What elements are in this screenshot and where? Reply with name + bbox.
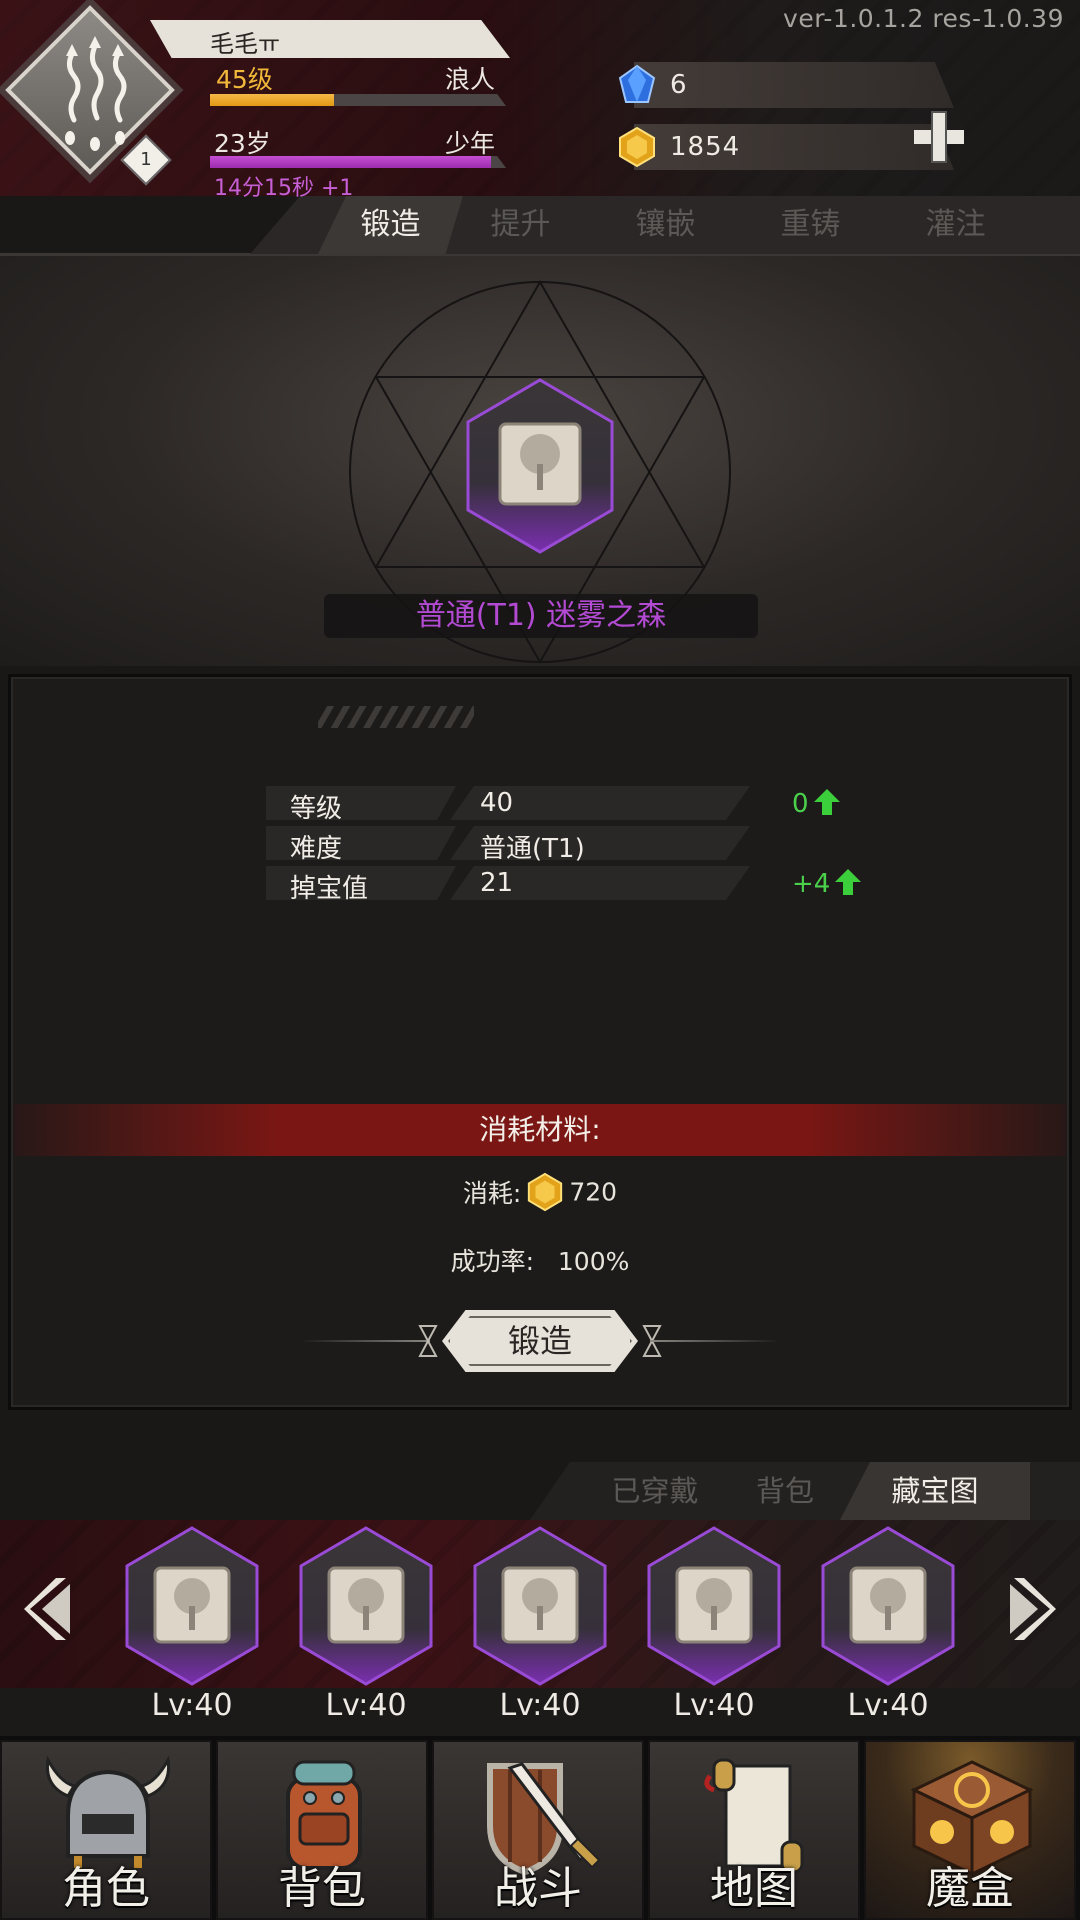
treasure-map-icon[interactable]	[464, 378, 616, 554]
tab-treasure-maps[interactable]: 藏宝图	[840, 1462, 1030, 1520]
slot-level-label: Lv:40	[325, 1688, 407, 1723]
success-rate-row: 成功率: 100%	[0, 1242, 1080, 1278]
tab-upgrade[interactable]: 提升	[448, 196, 593, 254]
rank-value: 1	[140, 149, 152, 170]
forge-divider-left	[300, 1340, 430, 1342]
xp-bar-fill	[210, 94, 335, 106]
inventory-slot[interactable]	[645, 1526, 783, 1686]
nav-label: 魔盒	[926, 1863, 1014, 1914]
gold-amount: 1854	[670, 132, 741, 162]
nav-battle[interactable]: 战斗	[432, 1740, 644, 1920]
nav-label: 背包	[278, 1863, 366, 1914]
gold-counter: 1854	[634, 124, 954, 170]
nav-label: 战斗	[494, 1863, 582, 1914]
cost-consume-row: 消耗: 720	[0, 1172, 1080, 1212]
forge-tab-bar: 锻造 提升 镶嵌 重铸 灌注	[250, 196, 1080, 254]
slot-level-label: Lv:40	[499, 1688, 581, 1723]
player-class: 浪人	[445, 65, 496, 94]
inventory-slot[interactable]	[819, 1526, 957, 1686]
player-life-stage: 少年	[445, 129, 496, 158]
treasure-map-icon	[821, 1526, 955, 1686]
consume-label: 消耗:	[462, 1179, 522, 1208]
treasure-map-icon	[125, 1526, 259, 1686]
tab-equipped[interactable]: 已穿戴	[580, 1462, 730, 1520]
forge-divider-right	[650, 1340, 780, 1342]
inventory-slot[interactable]	[123, 1526, 261, 1686]
age-bar	[210, 156, 506, 168]
success-label: 成功率:	[450, 1247, 535, 1276]
treasure-map-icon	[473, 1526, 607, 1686]
property-row-difficulty: 难度 普通(T1)	[266, 826, 756, 864]
treasure-map-icon	[299, 1526, 433, 1686]
chevron-left-icon[interactable]	[22, 1574, 72, 1644]
nav-backpack[interactable]: 背包	[216, 1740, 428, 1920]
hourglass-ornament-icon	[418, 1325, 438, 1357]
xp-bar	[210, 94, 506, 106]
slot-level-label: Lv:40	[673, 1688, 755, 1723]
up-arrow-icon	[813, 789, 840, 815]
property-key: 难度	[290, 834, 343, 864]
consume-amount: 720	[569, 1177, 618, 1207]
property-key: 等级	[290, 794, 343, 824]
property-key: 掉宝值	[290, 874, 369, 904]
tab-inlay[interactable]: 镶嵌	[593, 196, 738, 254]
property-value: 21	[480, 868, 514, 898]
treasure-map-icon	[647, 1526, 781, 1686]
up-arrow-icon	[835, 869, 862, 895]
gem-counter: 6	[634, 62, 954, 108]
forge-button-group: 锻造	[300, 1310, 780, 1372]
tab-backpack[interactable]: 背包	[730, 1462, 840, 1520]
class-emblem-icon	[65, 36, 127, 151]
player-avatar[interactable]: 1	[5, 5, 175, 186]
inventory-slot[interactable]	[297, 1526, 435, 1686]
gold-coin-icon	[619, 126, 655, 168]
property-value: 40	[480, 788, 514, 818]
nav-label: 地图	[710, 1863, 798, 1914]
age-bar-fill	[210, 156, 492, 168]
inventory-tab-bar: 已穿戴 背包 藏宝图	[530, 1462, 1080, 1520]
success-value: 100%	[557, 1247, 630, 1276]
nav-map[interactable]: 地图	[648, 1740, 860, 1920]
add-currency-button[interactable]	[910, 108, 968, 166]
player-age: 23岁	[214, 129, 271, 158]
blue-gem-icon	[618, 64, 656, 103]
forge-button[interactable]: 锻造	[442, 1310, 638, 1372]
property-delta-level: 0	[792, 788, 841, 819]
item-name: 普通(T1) 迷雾之森	[324, 594, 758, 638]
slot-level-label: Lv:40	[151, 1688, 233, 1723]
delta-value: 0	[792, 789, 809, 819]
property-delta-drop-value: +4	[792, 868, 862, 899]
delta-value: +4	[792, 869, 831, 899]
player-name: 毛毛ㅠ	[210, 30, 281, 58]
tab-infuse[interactable]: 灌注	[883, 196, 1028, 254]
forge-detail-panel	[8, 674, 1072, 1410]
property-value: 普通(T1)	[480, 834, 585, 864]
property-row-level: 等级 40	[266, 786, 756, 824]
player-level: 45级	[216, 65, 273, 94]
inventory-slot[interactable]	[471, 1526, 609, 1686]
property-row-drop-value: 掉宝值 21	[266, 866, 756, 904]
player-name-plate: 毛毛ㅠ	[150, 20, 510, 58]
nav-character[interactable]: 角色	[0, 1740, 212, 1920]
age-timer: 14分15秒 +1	[214, 176, 354, 201]
nav-label: 角色	[62, 1863, 150, 1914]
tab-reforge[interactable]: 重铸	[738, 196, 883, 254]
slot-level-label: Lv:40	[847, 1688, 929, 1723]
gem-amount: 6	[670, 70, 688, 100]
gold-coin-icon	[528, 1172, 563, 1212]
cost-banner: 消耗材料:	[14, 1104, 1066, 1156]
chevron-right-icon[interactable]	[1008, 1574, 1058, 1644]
decorative-stripes	[318, 706, 474, 728]
nav-magic-box[interactable]: 魔盒	[864, 1740, 1076, 1920]
version-label: ver-1.0.1.2 res-1.0.39	[783, 4, 1064, 33]
